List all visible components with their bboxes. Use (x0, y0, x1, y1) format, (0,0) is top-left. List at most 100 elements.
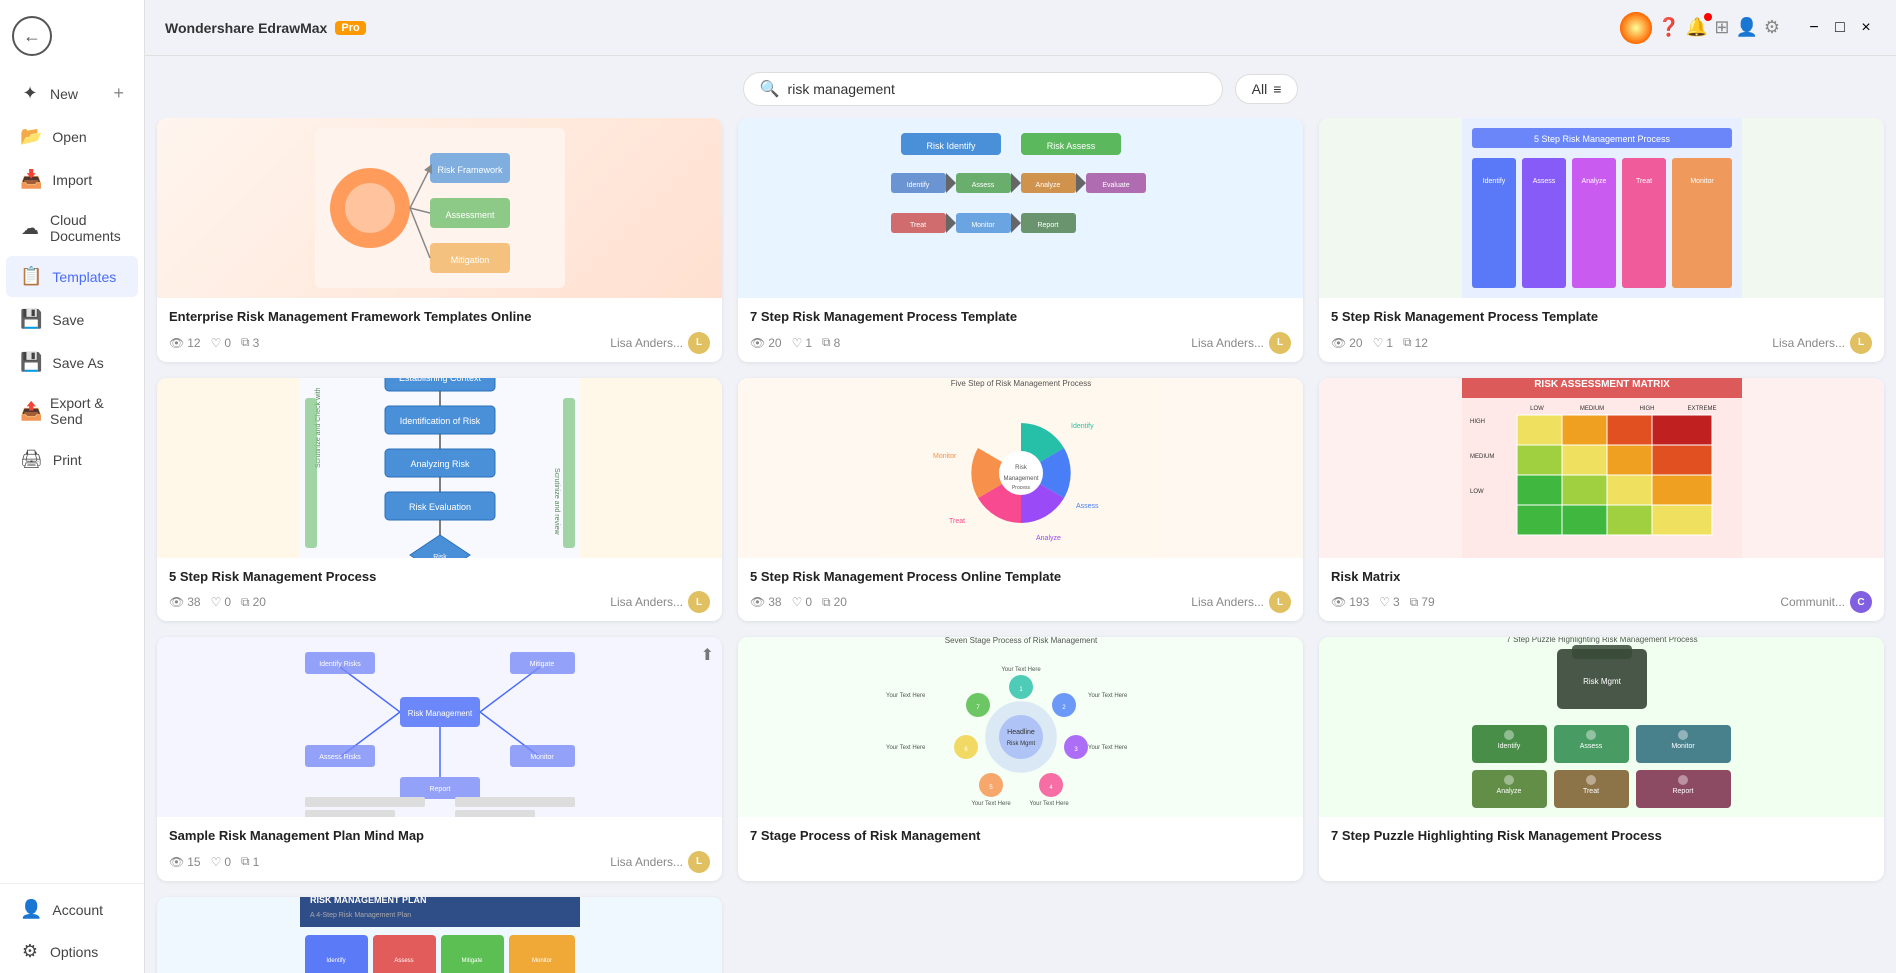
sidebar-label-open: Open (52, 129, 86, 145)
export-icon-mindmap[interactable]: ⬆ (701, 645, 714, 665)
app-title-text: Wondershare EdrawMax (165, 20, 327, 36)
card-thumb-5step-online: Five Step of Risk Management Process (738, 378, 1303, 558)
eye-icon2: 👁 (750, 336, 765, 350)
svg-text:Risk Framework: Risk Framework (437, 165, 503, 175)
sidebar-label-templates: Templates (52, 269, 116, 285)
copy-icon2: ⧉ (822, 335, 831, 350)
minimize-button[interactable]: − (1804, 19, 1824, 37)
sidebar-item-templates[interactable]: 📋 Templates (6, 256, 138, 297)
card-enterprise[interactable]: Risk Framework Assessment Mitigation Ent… (157, 118, 722, 362)
card-5step-blue[interactable]: 5 Step Risk Management Process Identify … (1319, 118, 1884, 362)
settings-icon[interactable]: ⚙ (1764, 17, 1780, 38)
author-avatar-5step: L (1850, 332, 1872, 354)
author-5step-process: Lisa Anders... L (610, 591, 710, 613)
svg-text:RISK MANAGEMENT PLAN: RISK MANAGEMENT PLAN (310, 897, 427, 905)
templates-icon: 📋 (20, 266, 42, 287)
close-button[interactable]: × (1856, 19, 1876, 37)
svg-text:Analyze: Analyze (1581, 178, 1606, 185)
back-button[interactable]: ← (12, 16, 52, 56)
views-5step-o: 👁 38 (750, 595, 782, 609)
maximize-button[interactable]: □ (1830, 19, 1850, 37)
card-info-5step-blue: 5 Step Risk Management Process Template … (1319, 298, 1884, 362)
notification-icon[interactable]: 🔔 (1686, 17, 1708, 38)
sidebar-item-save[interactable]: 💾 Save (6, 299, 138, 340)
svg-text:Risk: Risk (1015, 465, 1028, 471)
import-icon: 📥 (20, 169, 42, 190)
card-4step[interactable]: RISK MANAGEMENT PLAN A 4-Step Risk Manag… (157, 897, 722, 973)
thumb-svg-7stage: Seven Stage Process of Risk Management H… (881, 637, 1161, 817)
open-icon: 📂 (20, 126, 42, 147)
svg-text:LOW: LOW (1530, 406, 1544, 412)
user-icon[interactable]: 👤 (1735, 17, 1757, 38)
svg-text:Your Text Here: Your Text Here (1088, 693, 1128, 699)
copies-5step-p: ⧉ 20 (241, 595, 266, 610)
sidebar: ← ✦ New + 📂 Open 📥 Import ☁ Cloud Docume… (0, 0, 145, 973)
svg-text:Assessment: Assessment (445, 210, 495, 220)
card-info-5step-online: 5 Step Risk Management Process Online Te… (738, 558, 1303, 622)
app-title: Wondershare EdrawMax Pro (165, 20, 366, 36)
thumb-svg-7step: Risk Identify Risk Assess Identify Asses… (881, 118, 1161, 298)
sidebar-item-open[interactable]: 📂 Open (6, 116, 138, 157)
card-5step-online[interactable]: Five Step of Risk Management Process (738, 378, 1303, 622)
user-avatar[interactable] (1620, 12, 1652, 44)
templates-grid: Risk Framework Assessment Mitigation Ent… (157, 118, 1884, 973)
author-avatar-7step: L (1269, 332, 1291, 354)
card-mind-map[interactable]: Risk Management Identify Risks Assess Ri… (157, 637, 722, 881)
card-meta-enterprise: 👁 12 ♡ 0 ⧉ 3 Lisa Anders... (169, 332, 710, 354)
author-mind-map: Lisa Anders... L (610, 851, 710, 873)
svg-text:HIGH: HIGH (1470, 419, 1485, 425)
card-7step[interactable]: Risk Identify Risk Assess Identify Asses… (738, 118, 1303, 362)
sidebar-item-saveas[interactable]: 💾 Save As (6, 342, 138, 383)
sidebar-item-cloud[interactable]: ☁ Cloud Documents (6, 202, 138, 254)
sidebar-item-export[interactable]: 📤 Export & Send (6, 385, 138, 437)
sidebar-item-options[interactable]: ⚙ Options (6, 931, 138, 972)
svg-text:Risk Mgmt: Risk Mgmt (1583, 677, 1622, 686)
svg-text:7 Step Puzzle Highlighting Ris: 7 Step Puzzle Highlighting Risk Manageme… (1506, 637, 1697, 644)
sidebar-item-account[interactable]: 👤 Account (6, 889, 138, 930)
card-meta-5step-online: 👁 38 ♡ 0 ⧉ 20 Lisa Anders... (750, 591, 1291, 613)
likes-5step-o: ♡ 0 (792, 595, 812, 609)
sidebar-item-import[interactable]: 📥 Import (6, 159, 138, 200)
svg-text:Five Step of Risk Management P: Five Step of Risk Management Process (950, 379, 1091, 388)
svg-text:Monitor: Monitor (933, 453, 957, 460)
print-icon: 🖨 (20, 449, 43, 470)
search-box[interactable]: 🔍 (743, 72, 1223, 106)
heart-icon3: ♡ (1373, 336, 1384, 350)
card-info-mind-map: Sample Risk Management Plan Mind Map 👁 1… (157, 817, 722, 881)
card-thumb-5step-blue: 5 Step Risk Management Process Identify … (1319, 118, 1884, 298)
sidebar-label-import: Import (52, 172, 92, 188)
thumb-svg-flowchart: Establishing Context Identification of R… (300, 378, 580, 558)
card-7stage[interactable]: Seven Stage Process of Risk Management H… (738, 637, 1303, 881)
topbar: Wondershare EdrawMax Pro ❓ 🔔 ⊞ 👤 ⚙ − □ × (145, 0, 1896, 56)
help-icon[interactable]: ❓ (1658, 17, 1680, 38)
cloud-icon: ☁ (20, 218, 40, 239)
apps-icon[interactable]: ⊞ (1714, 17, 1729, 38)
svg-text:Analyze: Analyze (1035, 182, 1060, 189)
card-5step-process[interactable]: Establishing Context Identification of R… (157, 378, 722, 622)
filter-button[interactable]: All ≡ (1235, 74, 1299, 104)
svg-text:LOW: LOW (1470, 489, 1484, 495)
card-title-7stage: 7 Stage Process of Risk Management (750, 827, 1291, 845)
sidebar-item-new[interactable]: ✦ New + (6, 73, 138, 114)
copy-icon4: ⧉ (241, 595, 250, 610)
svg-text:Assess: Assess (1579, 743, 1602, 750)
card-risk-matrix[interactable]: RISK ASSESSMENT MATRIX HIGH MEDIUM LOW L… (1319, 378, 1884, 622)
author-5step-blue: Lisa Anders... L (1772, 332, 1872, 354)
sidebar-item-print[interactable]: 🖨 Print (6, 439, 138, 480)
views-matrix: 👁 193 (1331, 595, 1369, 609)
svg-text:Assess: Assess (394, 958, 413, 964)
svg-text:MEDIUM: MEDIUM (1579, 406, 1603, 412)
save-icon: 💾 (20, 309, 42, 330)
svg-text:Report: Report (1037, 222, 1058, 229)
svg-text:Assess Risks: Assess Risks (319, 754, 361, 761)
avatar-graphic (1620, 12, 1652, 44)
author-5step-online: Lisa Anders... L (1191, 591, 1291, 613)
copy-icon7: ⧉ (241, 854, 250, 869)
search-input[interactable] (788, 81, 1206, 97)
card-7puzzle[interactable]: 7 Step Puzzle Highlighting Risk Manageme… (1319, 637, 1884, 881)
card-title-risk-matrix: Risk Matrix (1331, 568, 1872, 586)
card-title-5step-online: 5 Step Risk Management Process Online Te… (750, 568, 1291, 586)
svg-text:HIGH: HIGH (1639, 406, 1654, 412)
eye-icon4: 👁 (169, 595, 184, 609)
card-thumb-7puzzle: 7 Step Puzzle Highlighting Risk Manageme… (1319, 637, 1884, 817)
